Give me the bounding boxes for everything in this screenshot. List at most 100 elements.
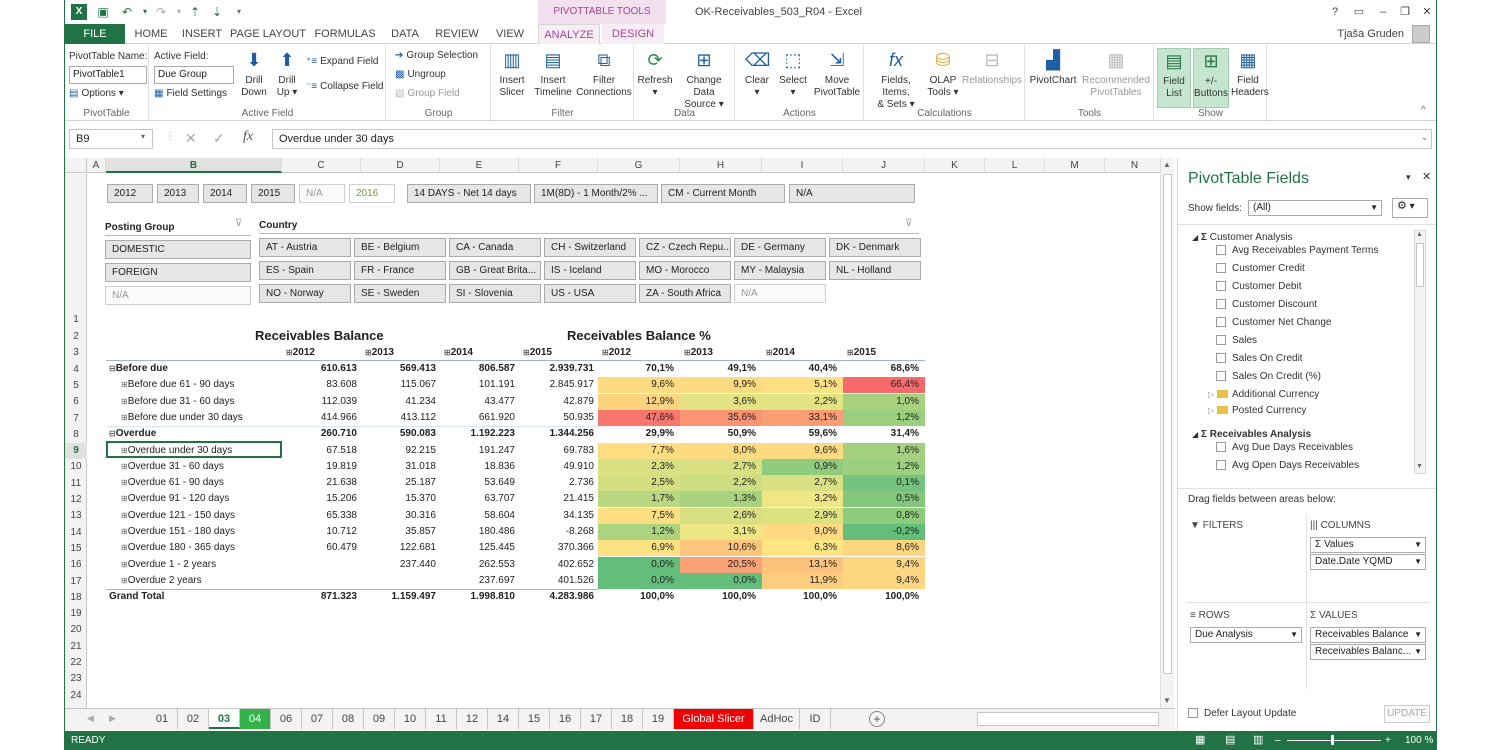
balance-cell[interactable]: 806.587 bbox=[440, 361, 515, 377]
expand-icon[interactable]: ⊞ bbox=[121, 413, 128, 422]
pct-cell[interactable]: 0,8% bbox=[843, 507, 925, 524]
sort-descending-icon[interactable]: ⇣ bbox=[209, 4, 225, 20]
slicer-item-country[interactable]: DK - Denmark bbox=[829, 238, 921, 257]
value-item-balance-pct[interactable]: Receivables Balanc... ▼ bbox=[1310, 644, 1426, 660]
pct-cell[interactable]: 5,1% bbox=[762, 377, 843, 394]
pct-cell[interactable]: 47,6% bbox=[598, 409, 680, 426]
pivottable-name-input[interactable]: PivotTable1 bbox=[69, 66, 147, 84]
pct-cell[interactable]: 1,6% bbox=[843, 442, 925, 459]
column-item-date[interactable]: Date.Date YQMD ▼ bbox=[1310, 554, 1426, 570]
tab-design[interactable]: DESIGN bbox=[602, 24, 664, 44]
balance-cell[interactable]: 49.910 bbox=[519, 459, 594, 475]
sheet-tab[interactable]: 19 bbox=[643, 709, 674, 729]
balance-cell[interactable]: 63.707 bbox=[440, 491, 515, 507]
pct-cell[interactable]: 2,3% bbox=[598, 458, 680, 475]
defer-layout-checkbox[interactable]: Defer Layout Update bbox=[1188, 708, 1296, 719]
checkbox-icon[interactable] bbox=[1216, 281, 1226, 292]
close-icon[interactable]: ✕ bbox=[1417, 4, 1436, 20]
balance-cell[interactable]: -8.268 bbox=[519, 524, 594, 540]
sheet-tab[interactable]: 16 bbox=[550, 709, 581, 729]
expand-icon[interactable]: ⊞ bbox=[121, 527, 128, 536]
balance-cell[interactable]: 35.857 bbox=[361, 524, 436, 540]
worksheet-grid[interactable]: A B C D E F G H I J K L M N 1 2 3 4 5 6 7 8 9 10 1… bbox=[65, 158, 1165, 708]
col-l[interactable]: L bbox=[985, 158, 1045, 173]
pct-cell[interactable]: 70,1% bbox=[598, 361, 680, 377]
pct-cell[interactable]: 8,0% bbox=[680, 442, 762, 459]
checkbox-icon[interactable] bbox=[1216, 353, 1226, 364]
expand-icon[interactable]: ⊞ bbox=[121, 494, 128, 503]
active-field-input[interactable]: Due Group bbox=[154, 66, 234, 84]
slicer-item-posting-group[interactable]: DOMESTIC bbox=[105, 240, 251, 259]
balance-cell[interactable]: 41.234 bbox=[361, 394, 436, 410]
zoom-slider-thumb[interactable] bbox=[1331, 735, 1334, 745]
balance-cell[interactable]: 65.338 bbox=[282, 508, 357, 524]
balance-cell[interactable] bbox=[282, 557, 357, 573]
ungroup-button[interactable]: ▩ Ungroup bbox=[395, 66, 446, 84]
balance-cell[interactable]: 18.836 bbox=[440, 459, 515, 475]
pct-cell[interactable]: 31,4% bbox=[843, 426, 925, 443]
checkbox-icon[interactable] bbox=[1216, 460, 1226, 471]
collapse-ribbon-icon[interactable]: ^ bbox=[1421, 105, 1426, 116]
undo-dropdown-icon[interactable]: ▾ bbox=[137, 4, 153, 20]
select-all-corner[interactable] bbox=[65, 158, 87, 173]
slicer-item-term[interactable]: CM - Current Month bbox=[661, 184, 785, 203]
insert-timeline-button[interactable]: ▤ Insert Timeline bbox=[532, 48, 574, 108]
redo-dropdown-icon[interactable]: ▾ bbox=[171, 4, 187, 20]
balance-cell[interactable]: 21.415 bbox=[519, 491, 594, 507]
pct-cell[interactable]: -0,2% bbox=[843, 524, 925, 540]
pct-cell[interactable]: 7,5% bbox=[598, 507, 680, 524]
pct-cell[interactable]: 100,0% bbox=[680, 589, 762, 606]
pct-cell[interactable]: 2,7% bbox=[680, 458, 762, 475]
tab-formulas[interactable]: FORMULAS bbox=[309, 24, 381, 44]
sheet-tab[interactable]: 10 bbox=[395, 709, 426, 729]
field-item[interactable]: Avg Open Days Receivables bbox=[1216, 460, 1359, 471]
balance-cell[interactable]: 67.518 bbox=[282, 443, 357, 459]
col-k[interactable]: K bbox=[925, 158, 985, 173]
undo-icon[interactable]: ↶ bbox=[119, 4, 135, 20]
col-f[interactable]: F bbox=[519, 158, 598, 173]
slicer-item-year[interactable]: 2012 bbox=[107, 184, 153, 203]
collapse-icon[interactable]: ⊟ bbox=[109, 429, 116, 438]
pct-cell[interactable]: 3,6% bbox=[680, 393, 762, 410]
customize-qat-icon[interactable]: ▾ bbox=[231, 4, 247, 20]
formula-input[interactable]: Overdue under 30 days bbox=[272, 129, 1432, 149]
options-button[interactable]: ▤ Options ▾ bbox=[69, 85, 124, 103]
row-header[interactable]: 24 bbox=[65, 688, 87, 704]
slicer-item-country[interactable]: DE - Germany bbox=[734, 238, 826, 257]
sheet-tab[interactable]: 15 bbox=[519, 709, 550, 729]
expand-icon[interactable]: ⊞ bbox=[121, 478, 128, 487]
col-h[interactable]: H bbox=[680, 158, 762, 173]
slicer-item-country[interactable]: FR - France bbox=[354, 261, 446, 280]
expand-icon[interactable]: ⊞ bbox=[365, 348, 372, 357]
checkbox-icon[interactable] bbox=[1216, 442, 1226, 453]
checkbox-icon[interactable] bbox=[1216, 335, 1226, 346]
pane-settings-button[interactable]: ⚙ ▾ bbox=[1392, 198, 1428, 218]
balance-cell[interactable]: 122.681 bbox=[361, 540, 436, 556]
name-box-dropdown-icon[interactable]: ▾ bbox=[141, 132, 145, 141]
slicer-item-country[interactable]: ZA - South Africa bbox=[639, 284, 731, 303]
column-item-values[interactable]: Σ Values ▼ bbox=[1310, 537, 1426, 553]
expand-field-button[interactable]: ⁺≡ Expand Field bbox=[306, 53, 379, 71]
scroll-thumb[interactable] bbox=[1416, 243, 1424, 287]
drill-up-button[interactable]: ⬆ Drill Up ▾ bbox=[272, 48, 302, 108]
col-n[interactable]: N bbox=[1105, 158, 1165, 173]
pct-cell[interactable]: 9,0% bbox=[762, 524, 843, 540]
expand-icon[interactable]: ⊞ bbox=[121, 511, 128, 520]
balance-cell[interactable]: 101.191 bbox=[440, 377, 515, 393]
expand-icon[interactable]: ⊞ bbox=[602, 348, 609, 357]
balance-cell[interactable]: 1.344.256 bbox=[519, 426, 595, 442]
pct-cell[interactable]: 0,0% bbox=[598, 556, 680, 573]
balance-cell[interactable]: 31.018 bbox=[361, 459, 436, 475]
pct-cell[interactable]: 100,0% bbox=[598, 589, 680, 606]
scroll-up-icon[interactable]: ▲ bbox=[1163, 160, 1171, 169]
slicer-item-country[interactable]: NO - Norway bbox=[259, 284, 351, 303]
balance-cell[interactable]: 25.187 bbox=[361, 475, 436, 491]
cancel-icon[interactable]: ✕ bbox=[185, 130, 197, 147]
checkbox-icon[interactable] bbox=[1216, 371, 1226, 382]
row-header[interactable]: 19 bbox=[65, 606, 87, 622]
sheet-tab[interactable]: 14 bbox=[488, 709, 519, 729]
clear-filter-icon[interactable]: ⊽ bbox=[905, 218, 912, 229]
balance-cell[interactable]: 53.649 bbox=[440, 475, 515, 491]
pct-cell[interactable]: 6,3% bbox=[762, 540, 843, 557]
balance-cell[interactable]: 15.206 bbox=[282, 491, 357, 507]
